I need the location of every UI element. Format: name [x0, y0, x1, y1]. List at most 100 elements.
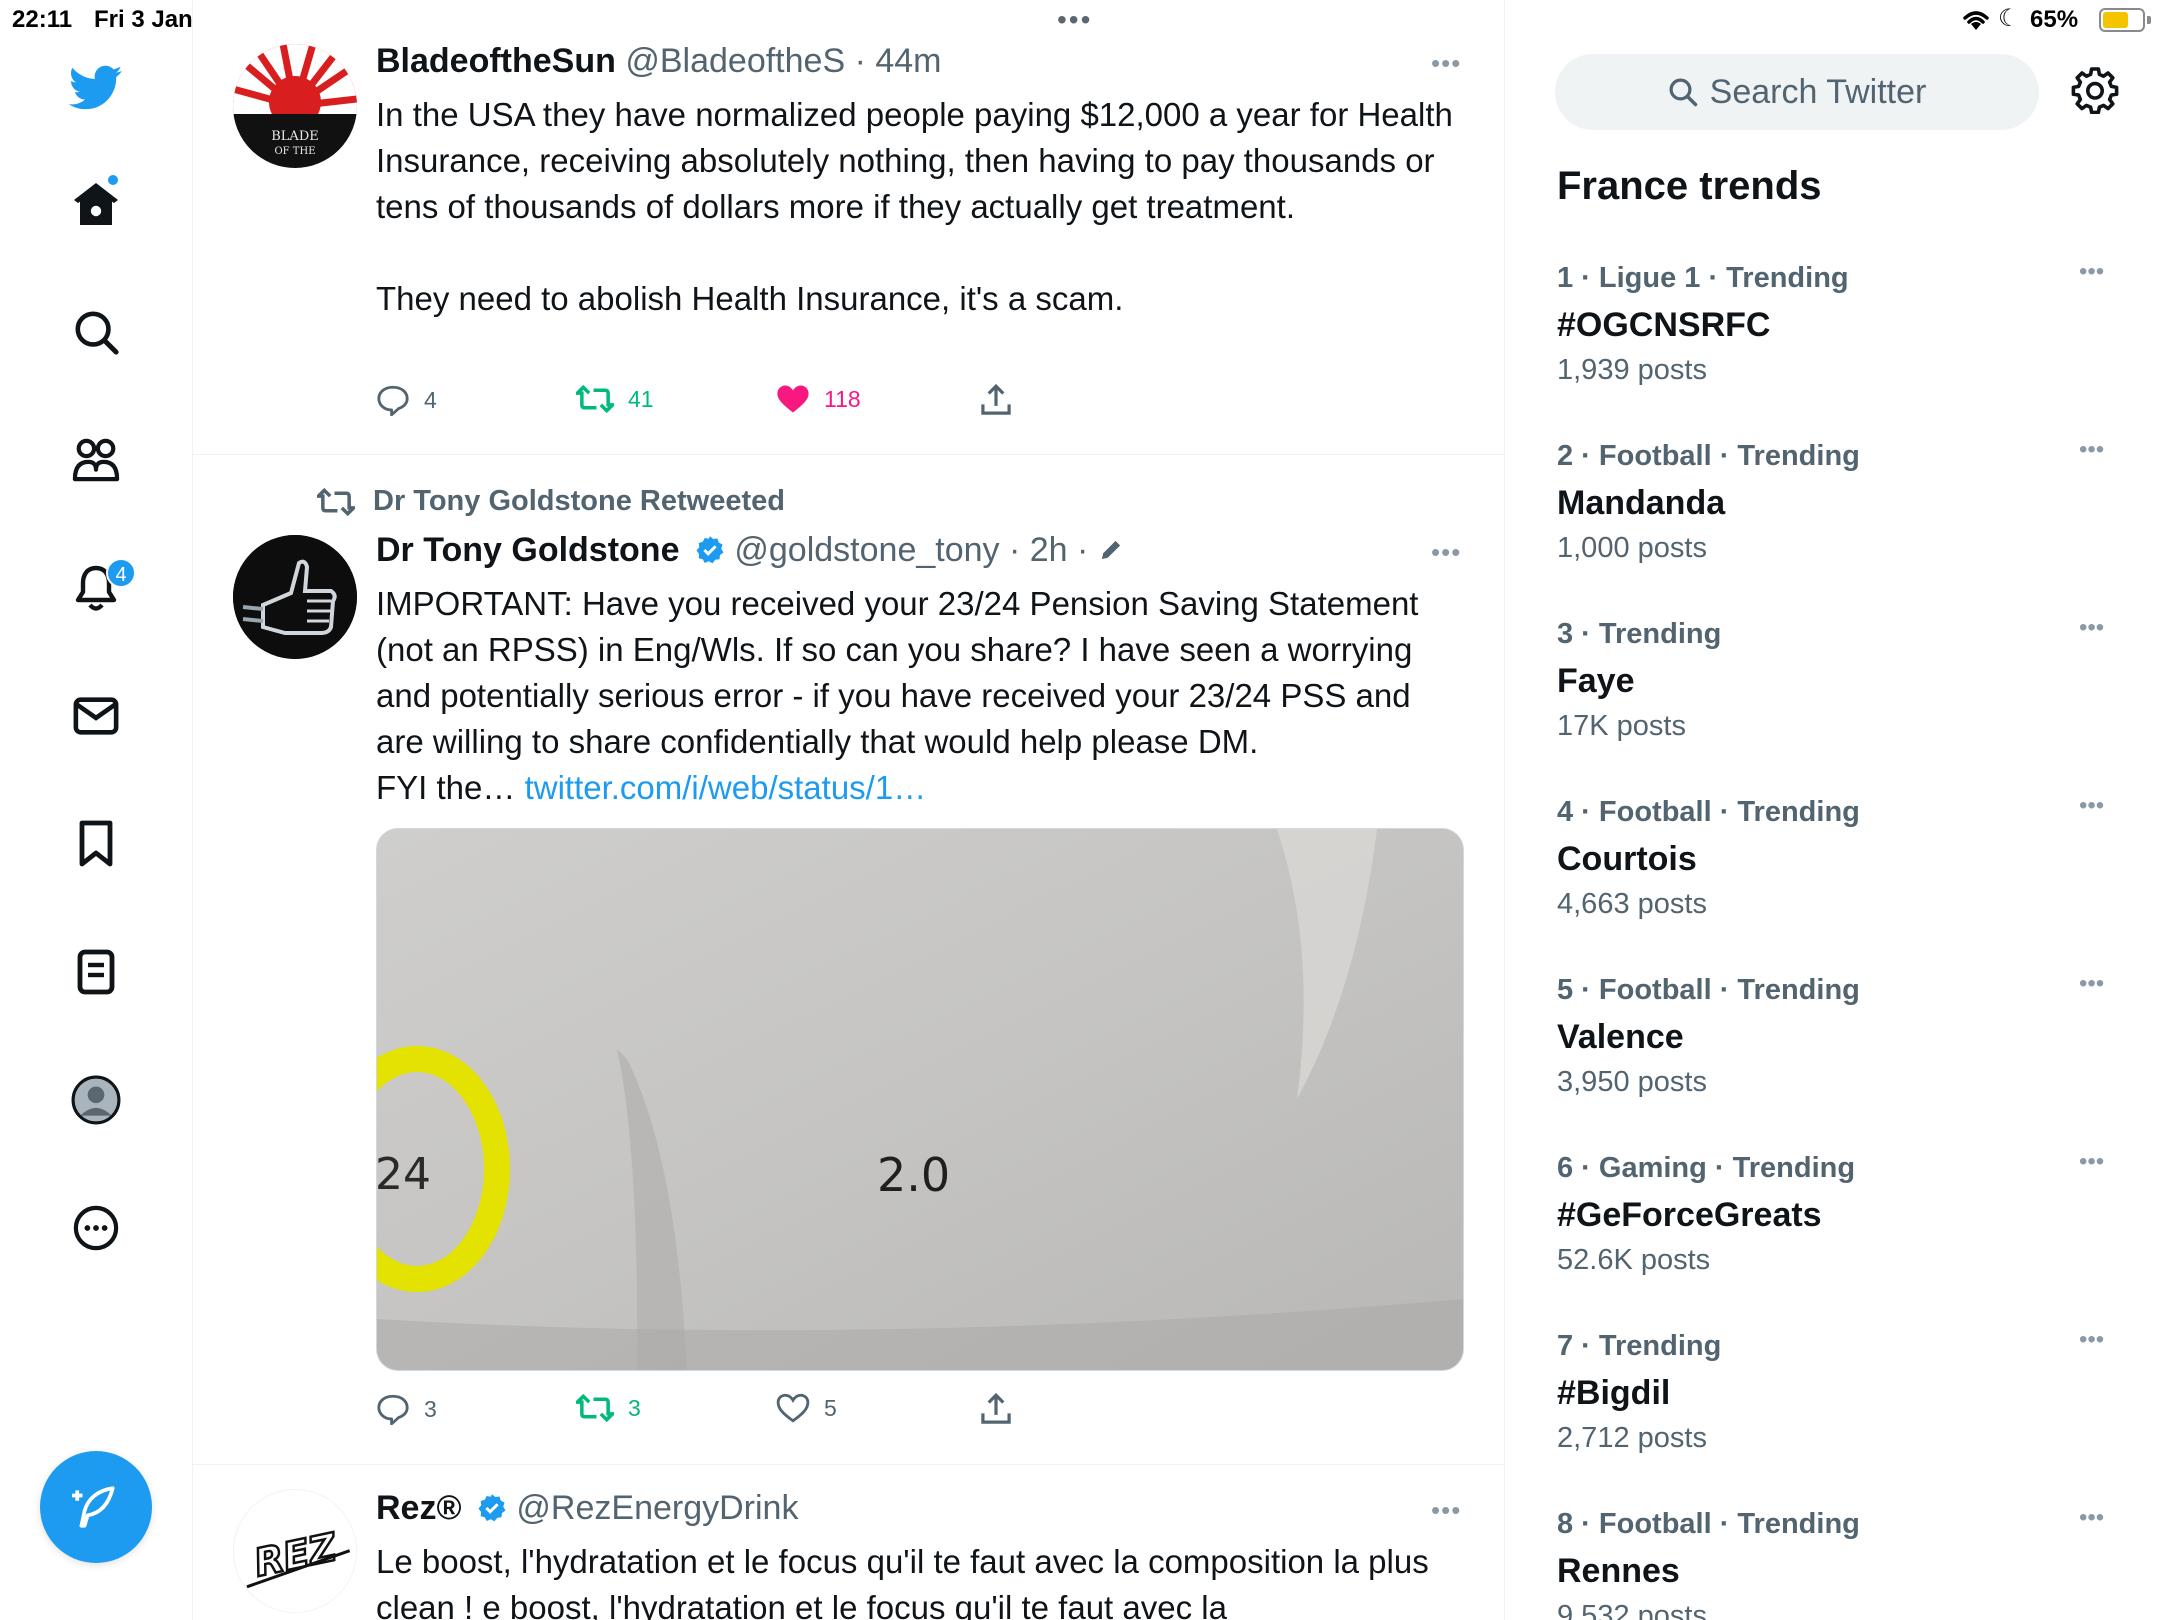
media-text-left: 24 — [377, 1149, 431, 1200]
heart-outline-icon — [776, 1393, 810, 1423]
avatar[interactable] — [233, 535, 357, 659]
trend-more-icon[interactable]: ••• — [2079, 1508, 2104, 1532]
trend-item[interactable]: 1 · Ligue 1 · Trending #OGCNSRFC 1,939 p… — [1557, 258, 2117, 432]
right-sidebar: Search Twitter France trends 1 · Ligue 1… — [1505, 0, 2160, 1620]
reply-button[interactable]: 4 — [376, 384, 437, 416]
home-new-dot — [106, 173, 120, 187]
left-navigation: 4 — [0, 0, 193, 1620]
heart-filled-icon — [777, 385, 809, 413]
svg-text:OF THE: OF THE — [274, 146, 315, 157]
like-button[interactable]: 5 — [776, 1393, 837, 1423]
search-icon — [1669, 78, 1697, 107]
trend-context: 5 · Football · Trending — [1557, 974, 1860, 1006]
avatar-logo-text: BLADE — [271, 129, 319, 144]
like-button[interactable]: 118 — [776, 384, 861, 414]
edited-pencil-icon[interactable] — [1098, 537, 1124, 563]
reply-icon — [377, 385, 409, 416]
search-input[interactable]: Search Twitter — [1555, 54, 2039, 130]
tweet-actions: 4 41 118 — [376, 384, 1076, 424]
trend-more-icon[interactable]: ••• — [2079, 1326, 2104, 1354]
trend-more-icon[interactable]: ••• — [2079, 614, 2104, 642]
trend-context: 7 · Trending — [1557, 1330, 1722, 1362]
retweet-button[interactable]: 41 — [576, 384, 654, 414]
tweet-more-icon[interactable]: ••• — [1431, 48, 1461, 79]
tweet-item[interactable]: REZ Rez® @RezEnergyDrink ••• Le boost, l… — [193, 1465, 1505, 1620]
avatar[interactable]: REZ — [233, 1489, 357, 1613]
share-button[interactable] — [980, 384, 1012, 416]
tweet-text: Le boost, l'hydratation et le focus qu'i… — [376, 1543, 1429, 1620]
trend-item[interactable]: 4 · Football · Trending Courtois 4,663 p… — [1557, 792, 2117, 966]
trend-title: Faye — [1557, 662, 1635, 700]
trend-title: #GeForceGreats — [1557, 1196, 1822, 1234]
trend-title: #Bigdil — [1557, 1374, 1671, 1412]
compose-tweet-button[interactable] — [40, 1451, 152, 1563]
trend-count: 52.6K posts — [1557, 1244, 1711, 1276]
twitter-logo-icon[interactable] — [64, 56, 128, 120]
trend-context: 2 · Football · Trending — [1557, 440, 1860, 472]
pension-statement-photo: 24 2.0 — [377, 829, 1463, 1370]
tweet-media-image[interactable]: 24 2.0 — [376, 828, 1464, 1371]
trend-context: 6 · Gaming · Trending — [1557, 1152, 1856, 1184]
retweet-icon — [576, 384, 614, 414]
trend-more-icon[interactable]: ••• — [2079, 436, 2104, 464]
trend-more-icon[interactable]: ••• — [2079, 792, 2104, 820]
profile-avatar-icon[interactable] — [64, 1068, 128, 1132]
trend-more-icon[interactable]: ••• — [2079, 1148, 2104, 1176]
trend-title: Courtois — [1557, 840, 1697, 878]
blade-of-the-sun-avatar-icon: BLADE OF THE — [233, 44, 357, 168]
trend-title: Mandanda — [1557, 484, 1726, 522]
trend-title: Valence — [1557, 1018, 1684, 1056]
trend-item[interactable]: 5 · Football · Trending Valence 3,950 po… — [1557, 970, 2117, 1144]
retweeted-by-line: Dr Tony Goldstone Retweeted — [317, 485, 785, 518]
retweet-indicator-icon — [317, 487, 355, 516]
author-name[interactable]: Dr Tony Goldstone — [376, 531, 679, 569]
tweet-link[interactable]: twitter.com/i/web/status/1… — [525, 769, 927, 806]
author-handle-time[interactable]: @BladeoftheS · 44m — [616, 42, 941, 80]
trend-count: 9,532 posts — [1557, 1600, 1707, 1620]
author-handle-time[interactable]: @goldstone_tony · 2h · — [725, 531, 1098, 569]
timeline-feed: BLADE OF THE BladeoftheSun @BladeoftheS … — [193, 0, 1505, 1620]
share-icon — [981, 384, 1011, 415]
author-name[interactable]: Rez® — [376, 1489, 462, 1527]
trend-count: 2,712 posts — [1557, 1422, 1707, 1454]
reply-button[interactable]: 3 — [376, 1393, 437, 1425]
tweet-text: In the USA they have normalized people p… — [376, 96, 1453, 317]
lists-icon[interactable] — [64, 940, 128, 1004]
trend-count: 4,663 posts — [1557, 888, 1707, 920]
trend-context: 3 · Trending — [1557, 618, 1722, 650]
trend-count: 1,000 posts — [1557, 532, 1707, 564]
trend-more-icon[interactable]: ••• — [2079, 258, 2104, 286]
trend-item[interactable]: 8 · Football · Trending Rennes 9,532 pos… — [1557, 1508, 2117, 1620]
like-count: 5 — [824, 1394, 837, 1421]
retweet-count: 41 — [628, 385, 654, 412]
retweeted-by-text[interactable]: Dr Tony Goldstone Retweeted — [373, 485, 785, 518]
settings-gear-icon[interactable] — [2071, 66, 2119, 115]
trend-context: 4 · Football · Trending — [1557, 796, 1860, 828]
retweet-button[interactable]: 3 — [576, 1393, 641, 1423]
tweet-item[interactable]: BLADE OF THE BladeoftheSun @BladeoftheS … — [193, 0, 1505, 455]
trend-item[interactable]: 6 · Gaming · Trending #GeForceGreats 52.… — [1557, 1148, 2117, 1322]
communities-icon[interactable] — [64, 428, 128, 492]
trend-item[interactable]: 3 · Trending Faye 17K posts ••• — [1557, 614, 2117, 788]
tweet-more-icon[interactable]: ••• — [1431, 537, 1461, 568]
trend-more-icon[interactable]: ••• — [2079, 970, 2104, 998]
reply-icon — [377, 1394, 409, 1425]
retweet-icon — [576, 1393, 614, 1423]
author-name[interactable]: BladeoftheSun — [376, 42, 616, 80]
trend-item[interactable]: 2 · Football · Trending Mandanda 1,000 p… — [1557, 436, 2117, 610]
tweet-item[interactable]: Dr Tony Goldstone Retweeted Dr Tony Gold… — [193, 455, 1505, 1465]
bookmarks-icon[interactable] — [64, 812, 128, 876]
search-icon[interactable] — [64, 300, 128, 364]
avatar[interactable]: BLADE OF THE — [233, 44, 357, 168]
share-button[interactable] — [980, 1393, 1012, 1425]
messages-icon[interactable] — [64, 684, 128, 748]
thumbs-up-skeleton-avatar-icon — [233, 535, 357, 659]
tweet-header: Dr Tony Goldstone @goldstone_tony · 2h · — [376, 531, 1124, 570]
rez-logo-avatar-icon: REZ — [234, 1490, 356, 1612]
trend-context: 1 · Ligue 1 · Trending — [1557, 262, 1849, 294]
more-options-icon[interactable] — [64, 1196, 128, 1260]
trend-item[interactable]: 7 · Trending #Bigdil 2,712 posts ••• — [1557, 1326, 2117, 1500]
tweet-more-icon[interactable]: ••• — [1431, 1495, 1461, 1526]
trend-context: 8 · Football · Trending — [1557, 1508, 1860, 1540]
author-handle[interactable]: @RezEnergyDrink — [507, 1489, 798, 1527]
